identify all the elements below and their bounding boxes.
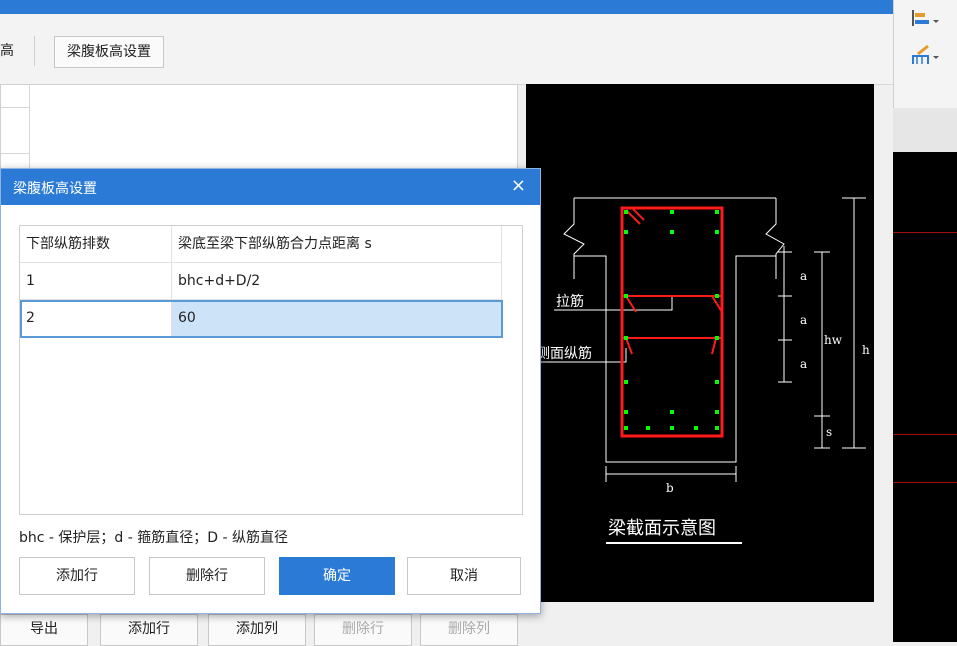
add-row-button[interactable]: 添加行 [19, 557, 135, 595]
selected-row-outline [20, 300, 503, 338]
right-panel-header [893, 108, 957, 152]
rebar-row-table: 下部纵筋排数 梁底至梁下部纵筋合力点距离 s 1 bhc+d+D/2 2 60 [19, 225, 523, 515]
bottom-add-col-button[interactable]: 添加列 [208, 614, 306, 646]
cancel-button[interactable]: 取消 [407, 557, 521, 595]
column-header-rows: 下部纵筋排数 [20, 226, 172, 263]
table-cell-row1-count[interactable]: 1 [20, 263, 172, 300]
beam-section-diagram: a a a hw h s b 拉筋 侧面纵筋 梁截面示意图 [526, 84, 874, 602]
dim-label-a2: a [800, 313, 807, 327]
confirm-button[interactable]: 确定 [279, 557, 395, 595]
align-icon[interactable] [910, 8, 940, 30]
web-height-dialog: 梁腹板高设置 × 下部纵筋排数 梁底至梁下部纵筋合力点距离 s 1 bhc+d+… [0, 168, 541, 614]
export-button[interactable]: 导出 [0, 614, 88, 646]
side-bar-label: 侧面纵筋 [536, 345, 592, 362]
dim-label-hw: hw [824, 333, 843, 347]
tie-label: 拉筋 [556, 293, 584, 310]
toolbar: 高 梁腹板高设置 [0, 14, 893, 85]
dim-label-h: h [862, 343, 870, 357]
dialog-title: 梁腹板高设置 [13, 181, 97, 197]
dialog-title-bar: 梁腹板高设置 × [1, 169, 540, 205]
bottom-add-row-button[interactable]: 添加行 [100, 614, 198, 646]
legend-note: bhc - 保护层；d - 箍筋直径；D - 纵筋直径 [19, 530, 288, 546]
diagram-caption: 梁截面示意图 [608, 518, 716, 539]
toolbar-partial-label[interactable]: 高 [0, 40, 14, 60]
column-header-distance: 梁底至梁下部纵筋合力点距离 s [172, 226, 502, 263]
bottom-delete-col-button[interactable]: 删除列 [420, 614, 518, 646]
draw-beam-icon[interactable] [910, 44, 940, 68]
bottom-delete-row-button[interactable]: 删除行 [314, 614, 412, 646]
beam-section-svg: a a a hw h s b 拉筋 侧面纵筋 梁截面示意图 [536, 197, 870, 544]
window-title-bar [0, 0, 893, 14]
rebar-dots [624, 210, 719, 430]
dim-label-a1: a [800, 269, 807, 283]
close-icon[interactable]: × [511, 175, 526, 196]
right-cad-viewport[interactable] [893, 152, 957, 642]
web-height-setting-button[interactable]: 梁腹板高设置 [54, 36, 164, 68]
dim-label-a3: a [800, 357, 807, 371]
table-cell-row1-distance[interactable]: bhc+d+D/2 [172, 263, 502, 300]
dim-label-b: b [666, 481, 674, 495]
dim-label-s: s [826, 425, 832, 439]
delete-row-button[interactable]: 删除行 [149, 557, 265, 595]
toolbar-divider [34, 36, 35, 66]
